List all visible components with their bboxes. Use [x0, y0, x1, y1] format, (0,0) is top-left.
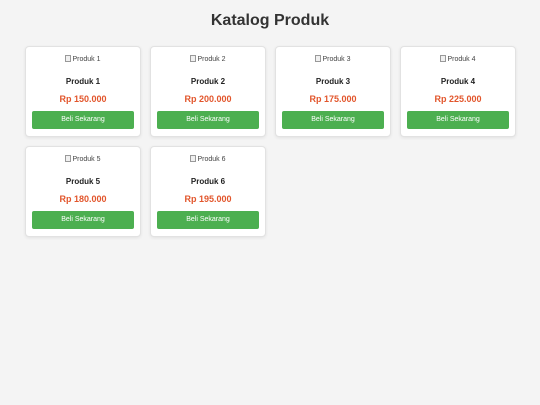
product-image-alt: Produk 4: [447, 56, 476, 63]
product-card: Produk 2 Produk 2 Rp 200.000 Beli Sekara…: [150, 46, 266, 137]
page: Katalog Produk Produk 1 Produk 1 Rp 150.…: [0, 0, 540, 405]
broken-image-icon: [315, 55, 322, 62]
buy-now-button[interactable]: Beli Sekarang: [407, 111, 509, 129]
broken-image-icon: [65, 55, 72, 62]
product-card: Produk 5 Produk 5 Rp 180.000 Beli Sekara…: [25, 146, 141, 237]
product-price: Rp 180.000: [59, 194, 107, 204]
page-title: Katalog Produk: [210, 12, 330, 29]
buy-now-button[interactable]: Beli Sekarang: [157, 211, 259, 229]
product-image: Produk 3: [276, 55, 390, 65]
product-card: Produk 1 Produk 1 Rp 150.000 Beli Sekara…: [25, 46, 141, 137]
product-name: Produk 5: [65, 177, 101, 186]
product-image: Produk 5: [26, 155, 140, 165]
broken-image-icon: [440, 55, 447, 62]
product-name: Produk 1: [65, 77, 101, 86]
product-price: Rp 225.000: [434, 94, 482, 104]
broken-image-icon: [190, 55, 197, 62]
buy-now-button[interactable]: Beli Sekarang: [32, 211, 134, 229]
product-grid: Produk 1 Produk 1 Rp 150.000 Beli Sekara…: [25, 46, 516, 237]
product-image: Produk 6: [151, 155, 265, 165]
product-price: Rp 175.000: [309, 94, 357, 104]
product-card: Produk 6 Produk 6 Rp 195.000 Beli Sekara…: [150, 146, 266, 237]
product-image-alt: Produk 6: [197, 156, 226, 163]
product-image-alt: Produk 3: [322, 56, 351, 63]
broken-image-icon: [190, 155, 197, 162]
product-image-alt: Produk 1: [72, 56, 101, 63]
product-price: Rp 150.000: [59, 94, 107, 104]
product-name: Produk 2: [190, 77, 226, 86]
product-image-alt: Produk 5: [72, 156, 101, 163]
product-image: Produk 4: [401, 55, 515, 65]
product-image: Produk 1: [26, 55, 140, 65]
buy-now-button[interactable]: Beli Sekarang: [282, 111, 384, 129]
buy-now-button[interactable]: Beli Sekarang: [157, 111, 259, 129]
buy-now-button[interactable]: Beli Sekarang: [32, 111, 134, 129]
product-price: Rp 195.000: [184, 194, 232, 204]
product-card: Produk 4 Produk 4 Rp 225.000 Beli Sekara…: [400, 46, 516, 137]
product-name: Produk 6: [190, 177, 226, 186]
product-image-alt: Produk 2: [197, 56, 226, 63]
product-price: Rp 200.000: [184, 94, 232, 104]
product-image: Produk 2: [151, 55, 265, 65]
broken-image-icon: [65, 155, 72, 162]
product-name: Produk 4: [440, 77, 476, 86]
product-card: Produk 3 Produk 3 Rp 175.000 Beli Sekara…: [275, 46, 391, 137]
product-name: Produk 3: [315, 77, 351, 86]
